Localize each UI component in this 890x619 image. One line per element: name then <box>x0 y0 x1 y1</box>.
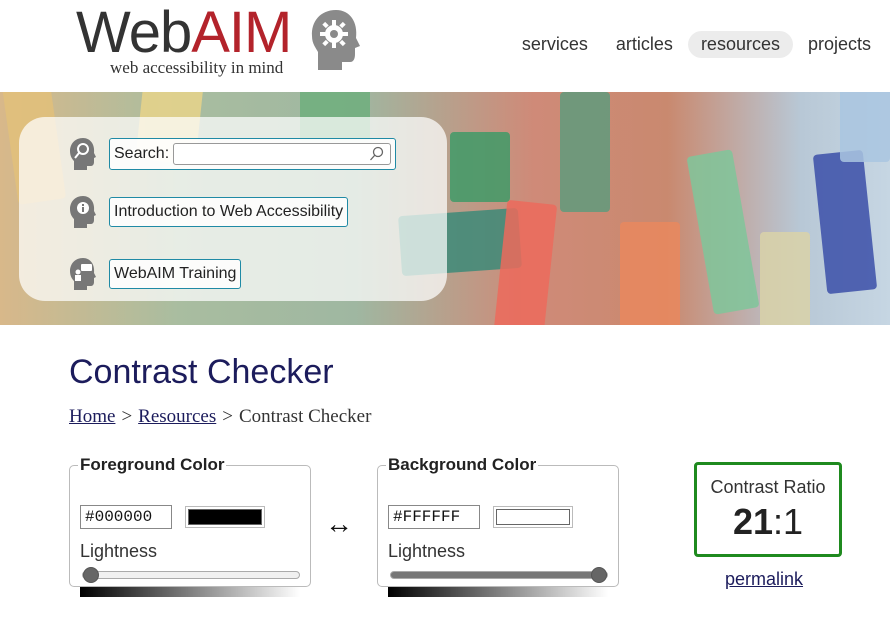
training-link[interactable]: WebAIM Training <box>109 259 242 289</box>
banner-decoration <box>686 149 760 315</box>
site-header: WebAIM web accessibility in mind service… <box>0 0 890 92</box>
background-hex-input[interactable]: #FFFFFF <box>388 505 480 529</box>
banner-decoration <box>840 92 890 162</box>
ratio-separator: : <box>773 501 784 542</box>
foreground-swatch <box>188 509 262 525</box>
background-legend: Background Color <box>388 455 537 474</box>
intro-link[interactable]: Introduction to Web Accessibility <box>109 197 349 227</box>
ratio-main: 21 <box>732 501 773 542</box>
ratio-tail: 1 <box>783 501 804 542</box>
search-form: Search: <box>109 138 397 170</box>
banner-decoration <box>450 132 510 202</box>
foreground-hex-input[interactable]: #000000 <box>80 505 172 529</box>
foreground-lightness-slider[interactable] <box>82 567 300 583</box>
banner-decoration <box>760 232 810 325</box>
background-swatch <box>496 509 570 525</box>
training-row: WebAIM Training <box>69 257 242 291</box>
intro-row: Introduction to Web Accessibility <box>69 195 349 229</box>
banner: Search: Introduction to Web Accessibilit… <box>0 92 890 325</box>
page-title: Contrast Checker <box>69 353 334 391</box>
nav-articles[interactable]: articles <box>603 31 686 58</box>
search-input[interactable] <box>173 143 392 165</box>
background-lightness-gradient <box>388 587 608 597</box>
breadcrumb-separator: > <box>121 406 133 427</box>
training-icon <box>70 258 96 290</box>
foreground-legend: Foreground Color <box>80 455 225 474</box>
permalink-link[interactable]: permalink <box>725 569 803 590</box>
nav-resources[interactable]: resources <box>687 31 793 58</box>
foreground-color-picker[interactable] <box>185 506 265 528</box>
logo-aim-text: AIM <box>191 0 292 65</box>
swap-arrows-icon[interactable]: ↔ <box>325 508 353 540</box>
info-icon <box>70 196 96 228</box>
foreground-lightness-gradient <box>80 587 300 597</box>
foreground-lightness-label: Lightness <box>80 541 158 561</box>
nav-projects[interactable]: projects <box>795 31 884 58</box>
contrast-ratio-label: Contrast Ratio <box>710 477 826 497</box>
background-color-group: Background Color #FFFFFF Lightness <box>377 455 619 597</box>
webaim-logo[interactable]: WebAIM web accessibility in mind <box>76 2 376 82</box>
background-lightness-label: Lightness <box>388 541 466 561</box>
banner-decoration <box>560 92 610 212</box>
foreground-color-group: Foreground Color #000000 Lightness <box>69 455 311 597</box>
quicklinks-panel: Search: Introduction to Web Accessibilit… <box>19 117 447 301</box>
gear-head-icon <box>311 10 360 70</box>
contrast-ratio-value: 21:1 <box>697 502 839 542</box>
banner-decoration <box>812 149 878 295</box>
foreground-slider-thumb[interactable] <box>83 567 99 583</box>
breadcrumb-home[interactable]: Home <box>69 406 115 427</box>
banner-decoration <box>620 222 680 325</box>
logo-tagline: web accessibility in mind <box>110 58 284 77</box>
logo-web-text: Web <box>76 0 192 65</box>
search-row: Search: <box>69 137 397 171</box>
background-slider-thumb[interactable] <box>591 567 607 583</box>
breadcrumb-resources[interactable]: Resources <box>138 406 216 427</box>
search-icon <box>70 138 96 170</box>
search-label: Search: <box>114 145 170 162</box>
breadcrumb-current: Contrast Checker <box>238 406 372 427</box>
contrast-ratio-box: Contrast Ratio 21:1 <box>694 462 842 557</box>
background-color-picker[interactable] <box>493 506 573 528</box>
background-lightness-slider[interactable] <box>390 567 608 583</box>
main-nav: services articles resources projects <box>509 31 884 58</box>
magnifier-icon[interactable] <box>369 146 385 162</box>
breadcrumb-separator: > <box>222 406 233 427</box>
breadcrumb: Home > Resources > Contrast Checker <box>69 406 371 428</box>
nav-services[interactable]: services <box>509 31 601 58</box>
